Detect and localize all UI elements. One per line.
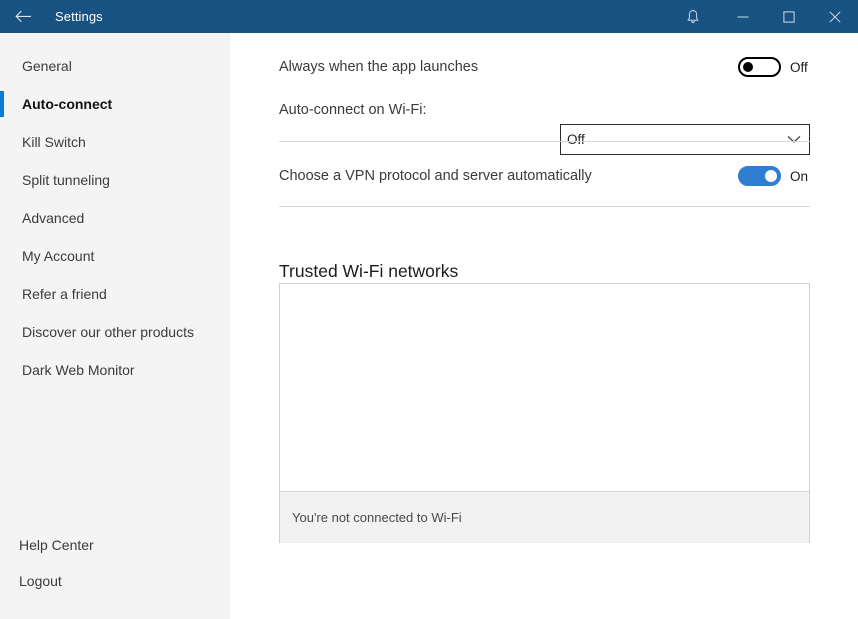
- close-button[interactable]: [812, 0, 858, 33]
- sidebar-item-label: General: [22, 58, 72, 74]
- sidebar-item-advanced[interactable]: Advanced: [0, 199, 229, 237]
- sidebar-item-general[interactable]: General: [0, 47, 229, 85]
- sidebar-item-label: Advanced: [22, 210, 84, 226]
- back-arrow-icon: [15, 10, 32, 23]
- minimize-icon: [737, 11, 749, 23]
- wifi-status-text: You're not connected to Wi-Fi: [292, 510, 462, 525]
- sidebar-item-dark-web-monitor[interactable]: Dark Web Monitor: [0, 351, 229, 389]
- always-launch-state: Off: [790, 60, 810, 75]
- notifications-button[interactable]: [666, 0, 720, 33]
- always-launch-toggle[interactable]: [738, 57, 781, 77]
- auto-connect-wifi-row: Auto-connect on Wi-Fi:: [279, 97, 810, 123]
- always-launch-label: Always when the app launches: [279, 59, 738, 75]
- close-icon: [829, 11, 841, 23]
- sidebar-bottom-nav: Help Center Logout: [0, 527, 230, 599]
- sidebar-item-label: Auto-connect: [22, 96, 112, 112]
- minimize-button[interactable]: [720, 0, 766, 33]
- auto-connect-wifi-label: Auto-connect on Wi-Fi:: [279, 102, 810, 118]
- trusted-networks-title: Trusted Wi-Fi networks: [279, 261, 458, 282]
- maximize-button[interactable]: [766, 0, 812, 33]
- vpn-protocol-toggle-wrap: On: [738, 166, 810, 186]
- bell-icon: [686, 9, 700, 25]
- toggle-knob: [765, 170, 777, 182]
- sidebar-item-label: Kill Switch: [22, 134, 86, 150]
- sidebar-item-label: Dark Web Monitor: [22, 362, 135, 378]
- always-launch-row: Always when the app launches Off: [279, 54, 810, 80]
- window-title: Settings: [55, 9, 103, 24]
- sidebar-item-refer-a-friend[interactable]: Refer a friend: [0, 275, 229, 313]
- sidebar-item-label: My Account: [22, 248, 94, 264]
- sidebar-nav-list: General Auto-connect Kill Switch Split t…: [0, 33, 229, 389]
- vpn-protocol-label: Choose a VPN protocol and server automat…: [279, 168, 738, 184]
- trusted-networks-footer: You're not connected to Wi-Fi: [280, 491, 809, 543]
- chevron-down-icon: [787, 135, 801, 144]
- title-bar: Settings: [0, 0, 858, 33]
- vpn-protocol-row: Choose a VPN protocol and server automat…: [279, 163, 810, 189]
- sidebar-item-split-tunneling[interactable]: Split tunneling: [0, 161, 229, 199]
- vpn-protocol-state: On: [790, 169, 810, 184]
- sidebar-item-logout[interactable]: Logout: [0, 563, 230, 599]
- divider-bottom: [279, 206, 810, 207]
- back-button[interactable]: [0, 0, 46, 33]
- always-launch-toggle-wrap: Off: [738, 57, 810, 77]
- auto-connect-wifi-value: Off: [567, 132, 787, 147]
- settings-window: Settings Ge: [0, 0, 858, 619]
- sidebar-item-kill-switch[interactable]: Kill Switch: [0, 123, 229, 161]
- main-content: Always when the app launches Off Auto-co…: [231, 33, 858, 619]
- sidebar-item-label: Split tunneling: [22, 172, 110, 188]
- sidebar: General Auto-connect Kill Switch Split t…: [0, 33, 230, 619]
- sidebar-item-discover-our-other-products[interactable]: Discover our other products: [0, 313, 229, 351]
- trusted-networks-list[interactable]: [280, 284, 809, 491]
- sidebar-item-auto-connect[interactable]: Auto-connect: [0, 85, 229, 123]
- sidebar-item-label: Refer a friend: [22, 286, 107, 302]
- sidebar-item-my-account[interactable]: My Account: [0, 237, 229, 275]
- sidebar-item-label: Help Center: [19, 537, 94, 553]
- vpn-protocol-toggle[interactable]: [738, 166, 781, 186]
- maximize-icon: [783, 11, 795, 23]
- divider-top: [279, 141, 810, 142]
- auto-connect-wifi-select[interactable]: Off: [560, 124, 810, 155]
- sidebar-item-label: Discover our other products: [22, 324, 194, 340]
- toggle-knob: [743, 62, 753, 72]
- sidebar-item-label: Logout: [19, 573, 62, 589]
- trusted-networks-box: You're not connected to Wi-Fi: [279, 283, 810, 543]
- sidebar-item-help-center[interactable]: Help Center: [0, 527, 230, 563]
